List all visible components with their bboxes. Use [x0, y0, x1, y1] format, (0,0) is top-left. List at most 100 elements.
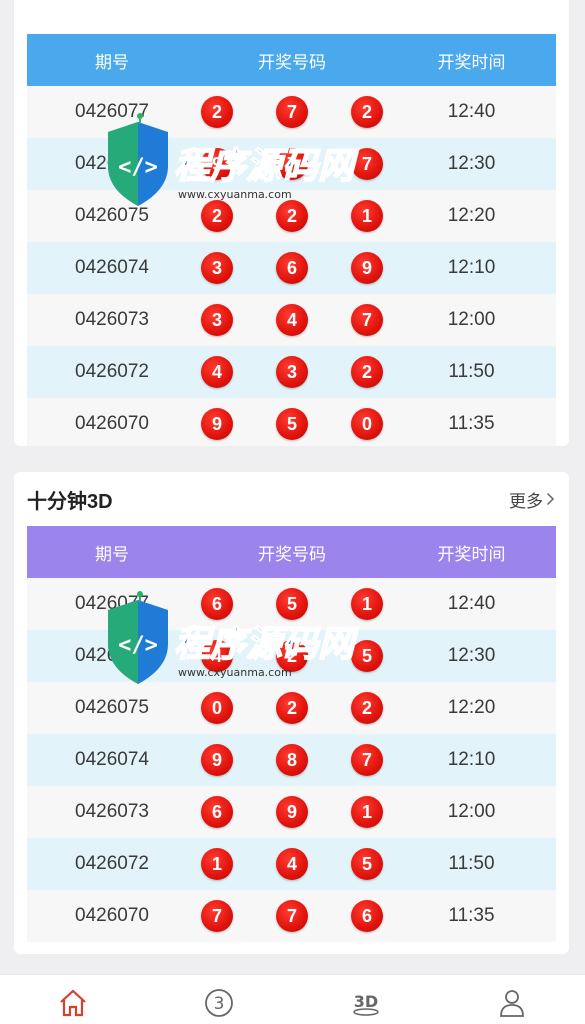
number-ball: 0: [351, 408, 383, 440]
winning-numbers: 9 5 0: [197, 408, 387, 440]
number-ball: 4: [201, 640, 233, 672]
number-ball: 8: [276, 744, 308, 776]
winning-numbers: 0 2 2: [197, 692, 387, 724]
more-link[interactable]: 更多: [509, 487, 555, 512]
number-ball: 1: [351, 796, 383, 828]
draw-time: 12:40: [447, 593, 496, 614]
card-header: 十分钟3D 更多: [14, 472, 569, 526]
draw-time: 12:00: [447, 801, 496, 822]
draw-time: 11:50: [448, 853, 495, 874]
table-header: 期号 开奖号码 开奖时间: [27, 34, 556, 86]
table-row: 0426070 7 7 6 11:35: [27, 890, 556, 942]
user-icon: [499, 990, 524, 1017]
number-ball: 2: [276, 640, 308, 672]
results-table-1: 期号 开奖号码 开奖时间 0426077 2 7 2 12:40 0426076 9 7 7 12…: [27, 34, 556, 446]
winning-numbers: 4 2 5: [197, 640, 387, 672]
tab-home[interactable]: [28, 987, 118, 1019]
number-ball: 6: [351, 900, 383, 932]
draw-time: 12:10: [447, 749, 496, 770]
number-ball: 2: [276, 692, 308, 724]
header-numbers: 开奖号码: [258, 544, 326, 564]
issue-number: 0426073: [75, 801, 149, 822]
lottery-card-3d: 十分钟3D 更多 期号 开奖号码 开奖时间 0426077 6 5 1 12:40 042…: [14, 472, 569, 954]
winning-numbers: 4 3 2: [197, 356, 387, 388]
chevron-right-icon: [546, 492, 555, 506]
draw-time: 12:30: [447, 645, 496, 666]
winning-numbers: 2 7 2: [197, 96, 387, 128]
winning-numbers: 1 4 5: [197, 848, 387, 880]
winning-numbers: 3 4 7: [197, 304, 387, 336]
table-row: 0426077 2 7 2 12:40: [27, 86, 556, 138]
number-ball: 1: [351, 200, 383, 232]
table-row: 0426072 4 3 2 11:50: [27, 346, 556, 398]
number-ball: 2: [276, 200, 308, 232]
number-ball: 7: [351, 148, 383, 180]
table-row: 0426073 6 9 1 12:00: [27, 786, 556, 838]
number-ball: 9: [276, 796, 308, 828]
number-ball: 5: [276, 588, 308, 620]
winning-numbers: 9 8 7: [197, 744, 387, 776]
number-ball: 3: [201, 252, 233, 284]
number-ball: 5: [351, 848, 383, 880]
draw-time: 12:20: [447, 205, 496, 226]
tab-3d-text: 3D: [353, 992, 377, 1011]
table-row: 0426072 1 4 5 11:50: [27, 838, 556, 890]
number-ball: 9: [201, 408, 233, 440]
issue-number: 0426072: [75, 361, 149, 382]
number-ball: 0: [201, 692, 233, 724]
issue-number: 0426077: [75, 593, 149, 614]
table-row: 0426075 0 2 2 12:20: [27, 682, 556, 734]
issue-number: 0426076: [75, 153, 149, 174]
header-time: 开奖时间: [437, 52, 506, 72]
draw-time: 12:40: [447, 101, 496, 122]
header-issue: 期号: [95, 52, 129, 72]
lottery-card-1: 期号 开奖号码 开奖时间 0426077 2 7 2 12:40 0426076 9 7 7 12…: [14, 0, 569, 446]
home-icon: [60, 989, 86, 1017]
table-header: 期号 开奖号码 开奖时间: [27, 526, 556, 578]
table-row: 0426074 3 6 9 12:10: [27, 242, 556, 294]
issue-number: 0426074: [75, 257, 149, 278]
tab-three[interactable]: 3: [174, 987, 264, 1019]
number-ball: 4: [276, 848, 308, 880]
issue-number: 0426070: [75, 905, 149, 926]
number-ball: 9: [351, 252, 383, 284]
winning-numbers: 6 5 1: [197, 588, 387, 620]
tab-3d[interactable]: 3D: [321, 987, 411, 1019]
number-ball: 2: [201, 200, 233, 232]
number-ball: 7: [276, 900, 308, 932]
number-ball: 2: [351, 692, 383, 724]
card-header: [14, 0, 569, 34]
number-ball: 2: [201, 96, 233, 128]
number-ball: 1: [201, 848, 233, 880]
issue-number: 0426077: [75, 101, 149, 122]
draw-time: 11:35: [448, 905, 495, 926]
circled-three-icon: 3: [205, 989, 234, 1017]
results-table-2: 期号 开奖号码 开奖时间 0426077 6 5 1 12:40 0426076 4 2 5 12…: [27, 526, 556, 942]
table-row: 0426076 4 2 5 12:30: [27, 630, 556, 682]
issue-number: 0426076: [75, 645, 149, 666]
draw-time: 12:10: [447, 257, 496, 278]
issue-number: 0426070: [75, 413, 149, 434]
number-ball: 6: [276, 252, 308, 284]
draw-time: 11:35: [448, 413, 495, 434]
tab-profile[interactable]: [467, 987, 557, 1019]
number-ball: 7: [351, 304, 383, 336]
number-ball: 9: [201, 744, 233, 776]
table-row: 0426076 9 7 7 12:30: [27, 138, 556, 190]
section-title: 十分钟3D: [27, 490, 113, 513]
winning-numbers: 7 7 6: [197, 900, 387, 932]
header-numbers: 开奖号码: [258, 52, 326, 72]
issue-number: 0426072: [75, 853, 149, 874]
number-ball: 5: [276, 408, 308, 440]
winning-numbers: 2 2 1: [197, 200, 387, 232]
table-row: 0426075 2 2 1 12:20: [27, 190, 556, 242]
table-row: 0426073 3 4 7 12:00: [27, 294, 556, 346]
winning-numbers: 6 9 1: [197, 796, 387, 828]
number-ball: 4: [276, 304, 308, 336]
table-row: 0426074 9 8 7 12:10: [27, 734, 556, 786]
issue-number: 0426073: [75, 309, 149, 330]
number-ball: 9: [201, 148, 233, 180]
issue-number: 0426075: [75, 697, 149, 718]
number-ball: 2: [351, 356, 383, 388]
draw-time: 12:30: [447, 153, 496, 174]
